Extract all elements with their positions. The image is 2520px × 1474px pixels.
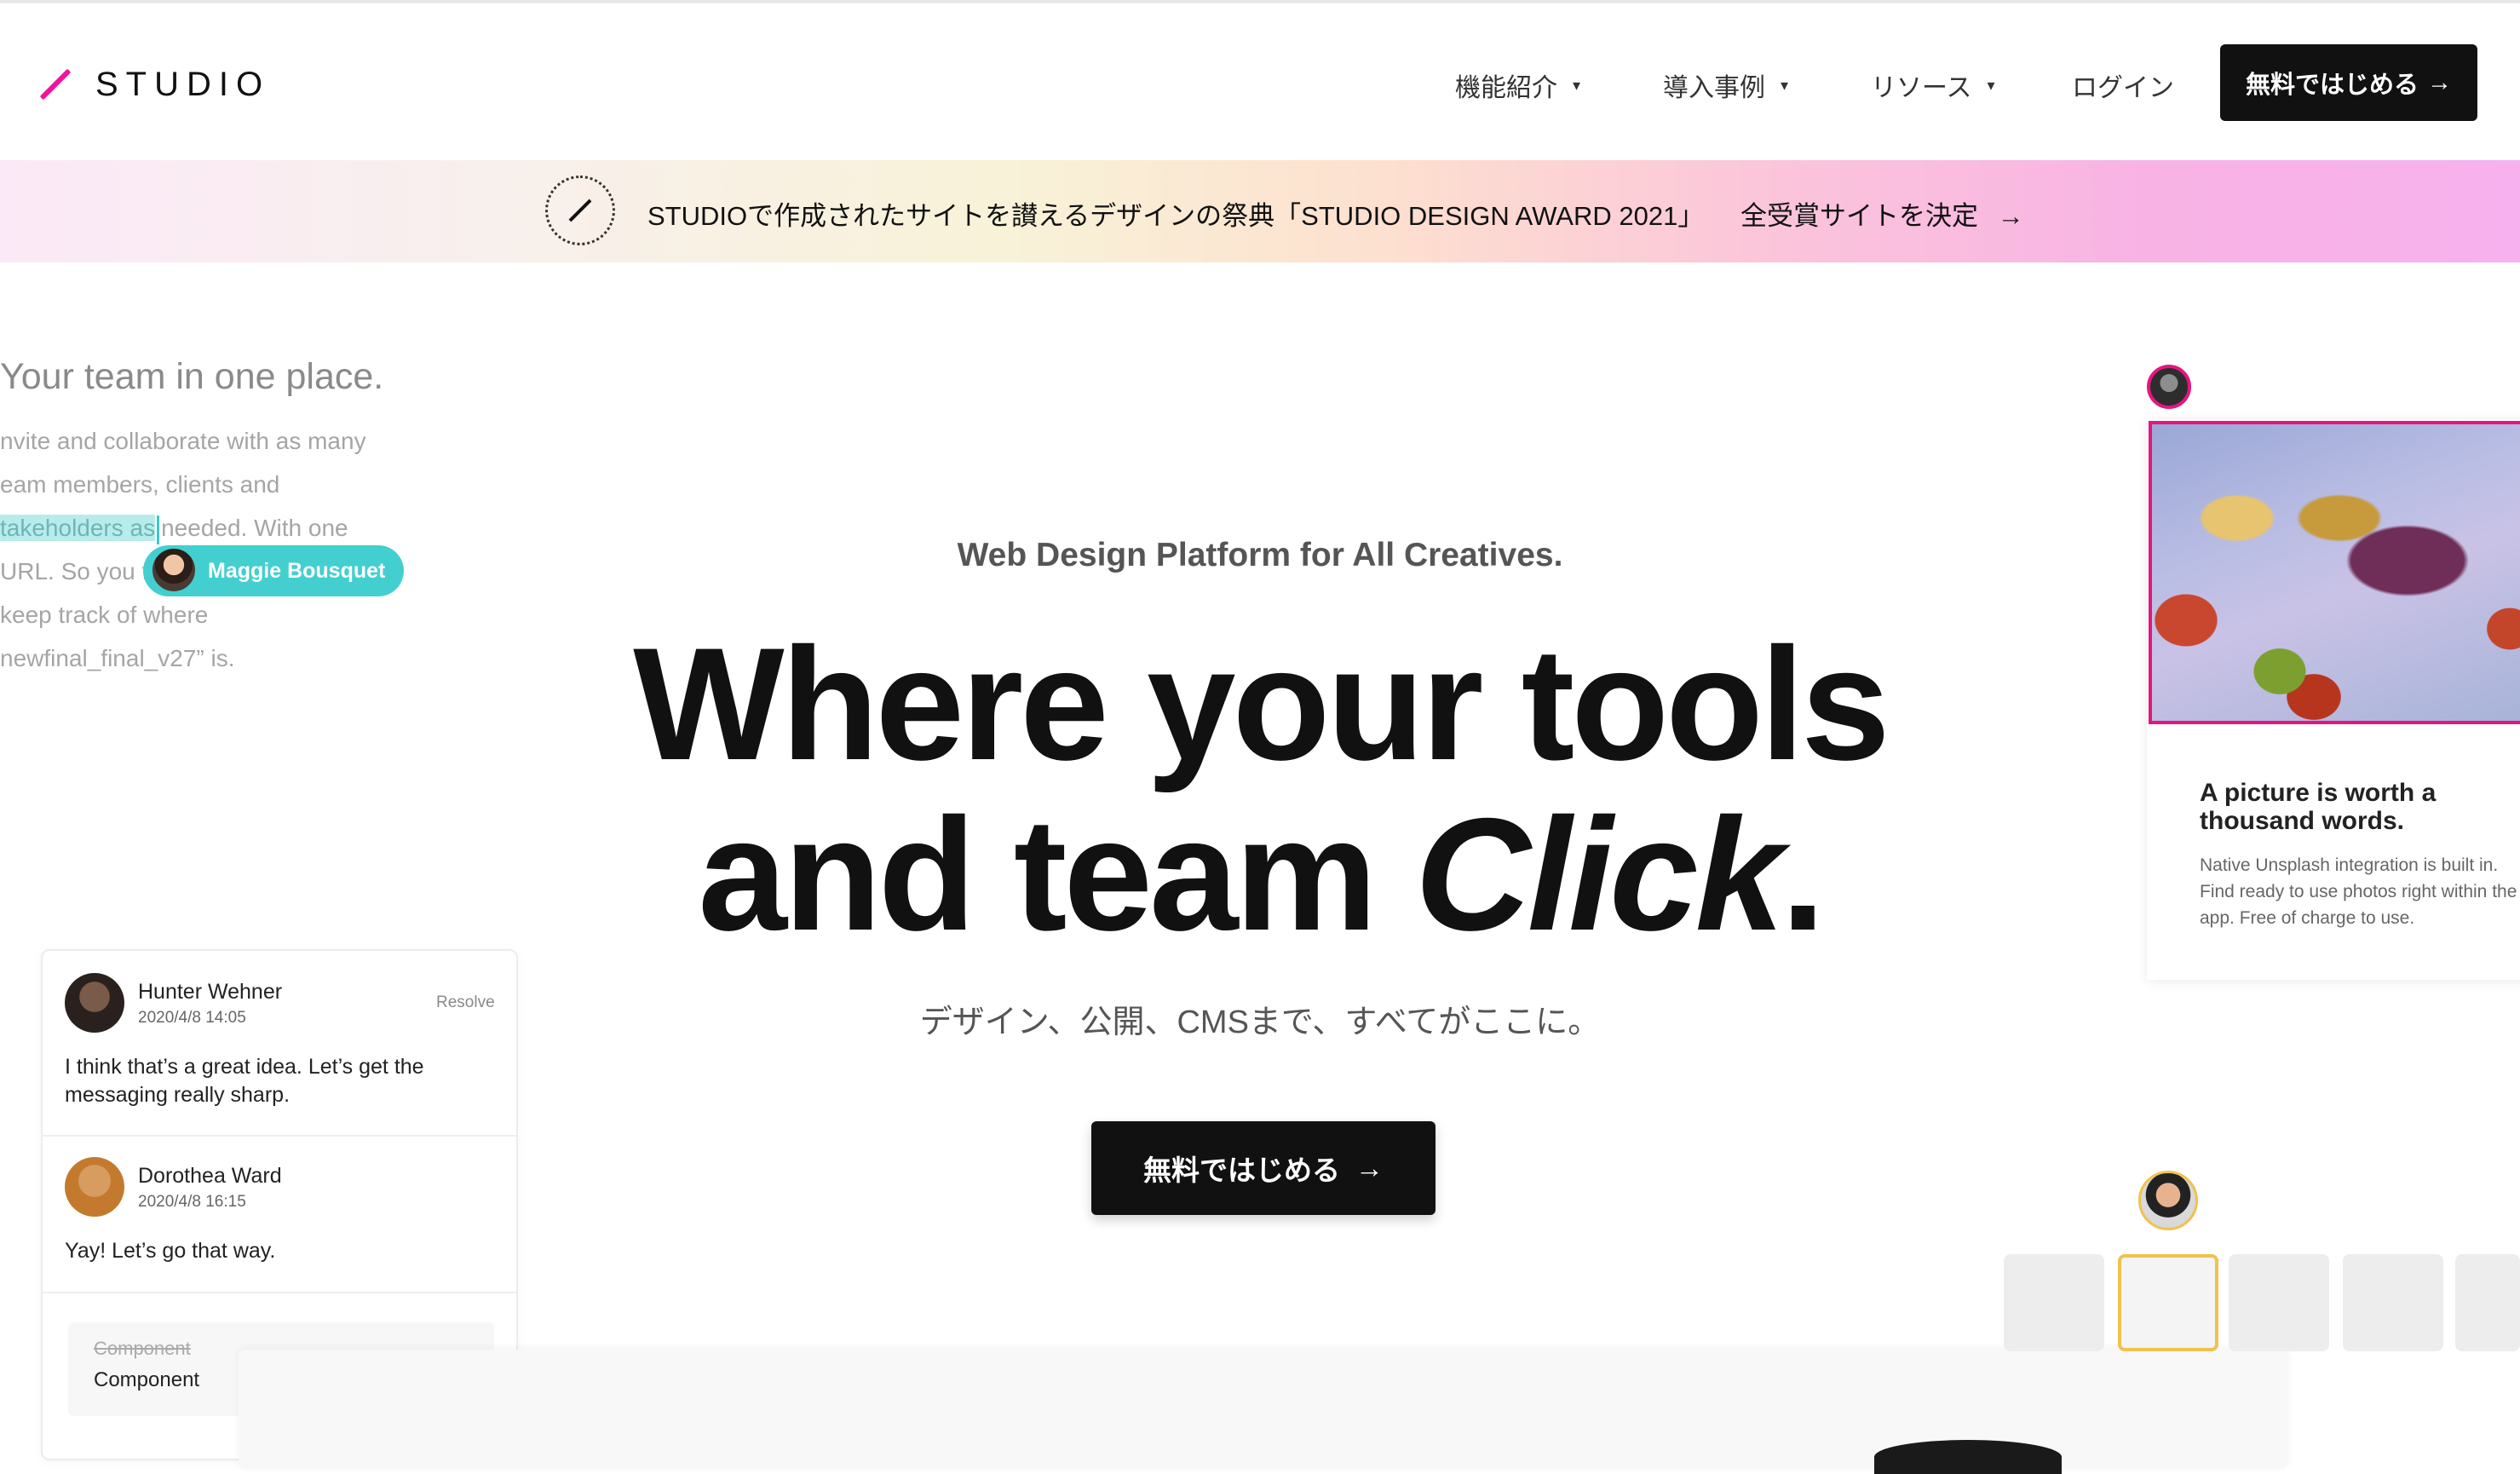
comment-timestamp: 2020/4/8 16:15 — [138, 1193, 246, 1211]
comment-divider — [43, 1135, 516, 1137]
unsplash-feature-card: A picture is worth a thousand words. Nat… — [2147, 419, 2520, 980]
image-thumbnail[interactable] — [2455, 1254, 2520, 1351]
comment-author: Dorothea Ward — [138, 1164, 282, 1188]
nav-item-features[interactable]: 機能紹介 ▾ — [1455, 66, 1580, 104]
editor-preview-panel — [239, 1350, 2288, 1474]
image-thumbnail-selected[interactable] — [2118, 1254, 2218, 1351]
feature-card-description: Native Unsplash integration is built in.… — [2200, 855, 2517, 928]
award-badge-icon — [545, 176, 615, 245]
painting-image[interactable] — [2149, 421, 2520, 724]
collaborator-avatar — [2147, 365, 2191, 409]
signup-label: 無料ではじめる — [1143, 1154, 1340, 1186]
badge-slash-icon — [568, 199, 592, 222]
nav-item-case-studies[interactable]: 導入事例 ▾ — [1663, 66, 1788, 104]
comment-message: Yay! Let’s go that way. — [65, 1239, 276, 1263]
banner-message: STUDIOで作成されたサイトを讃えるデザインの祭典「STUDIO DESIGN… — [647, 201, 1705, 231]
avatar — [65, 1157, 124, 1217]
component-old-name: Component — [94, 1338, 191, 1359]
nav-label: 機能紹介 — [1455, 74, 1557, 102]
nav-item-resources[interactable]: リソース ▾ — [1871, 66, 1995, 104]
team-line: eam members, clients and — [0, 471, 280, 498]
hero-title-line: and team Click. — [0, 789, 2520, 959]
image-thumbnail[interactable] — [2229, 1254, 2329, 1351]
arrow-right-icon: → — [1997, 201, 2024, 231]
arrow-right-icon: → — [1355, 1152, 1384, 1183]
comment-message: I think that’s a great idea. Let’s get t… — [65, 1055, 424, 1107]
team-panel-title: Your team in one place. — [0, 356, 384, 397]
logo-slash-icon — [39, 68, 72, 101]
hero-title-emphasis: Click — [1414, 785, 1784, 964]
preview-object — [1874, 1440, 2062, 1474]
component-new-name: Component — [94, 1368, 200, 1391]
hero-tagline: デザイン、公開、CMSまで、すべてがここに。 — [919, 1005, 1601, 1040]
nav-label: ログイン — [2072, 74, 2174, 102]
signup-button-hero[interactable]: 無料ではじめる → — [1091, 1121, 1435, 1215]
hero-subtitle: Web Design Platform for All Creatives. — [957, 537, 1563, 573]
team-line: nvite and collaborate with as many — [0, 428, 366, 454]
banner-link[interactable]: 全受賞サイトを決定 — [1740, 201, 1978, 231]
collaborator-avatar — [2138, 1171, 2198, 1230]
caret-down-icon: ▾ — [1573, 76, 1581, 94]
nav-label: リソース — [1871, 74, 1972, 102]
comment-divider — [43, 1292, 516, 1293]
logo-text: STUDIO — [95, 65, 271, 103]
signup-button-header[interactable]: 無料ではじめる → — [2220, 44, 2477, 121]
feature-card-title: A picture is worth a thousand words. — [2200, 779, 2437, 835]
caret-down-icon: ▾ — [1781, 76, 1789, 94]
studio-logo[interactable]: STUDIO — [39, 63, 271, 106]
nav-item-login[interactable]: ログイン — [2072, 66, 2174, 104]
site-header: STUDIO 機能紹介 ▾ 導入事例 ▾ リソース ▾ ログイン 無料ではじめる… — [0, 3, 2520, 160]
hero-title-period: . — [1781, 785, 1825, 964]
image-thumbnail[interactable] — [2004, 1254, 2104, 1351]
hero-title: Where your tools and team Click. — [0, 619, 2520, 959]
hero-title-part: and team — [698, 785, 1415, 964]
banner-text[interactable]: STUDIOで作成されたサイトを讃えるデザインの祭典「STUDIO DESIGN… — [647, 194, 2024, 233]
hero-title-line: Where your tools — [633, 614, 1890, 793]
caret-down-icon: ▾ — [1987, 76, 1995, 94]
signup-label: 無料ではじめる — [2245, 72, 2419, 99]
nav-label: 導入事例 — [1663, 74, 1765, 102]
arrow-right-icon: → — [2427, 68, 2452, 96]
image-thumbnail[interactable] — [2343, 1254, 2443, 1351]
